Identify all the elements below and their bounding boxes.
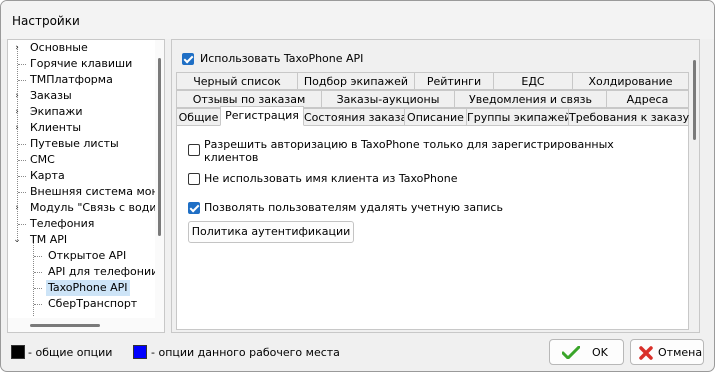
scroll-thumb[interactable] [158, 58, 161, 236]
auth-only-registered-label-line2: клиентов [204, 151, 259, 164]
settings-window: Настройки › Основные Горячие клавиши ТМП… [0, 0, 715, 372]
legend-workplace-text: - опции данного рабочего места [151, 346, 340, 359]
panel-vertical-scrollbar[interactable] [689, 40, 699, 332]
tree-item-label: Заказы [30, 89, 72, 102]
tree-item-label: API для телефонии [48, 265, 159, 278]
tab-auction-orders[interactable]: Заказы-аукционы [321, 90, 455, 108]
tree-item-label: Основные [30, 41, 88, 54]
tab-notifications[interactable]: Уведомления и связь [454, 90, 607, 108]
legend-common-text: - общие опции [28, 346, 113, 359]
chevron-right-icon[interactable]: › [12, 120, 22, 136]
ok-button[interactable]: OK [549, 339, 624, 365]
scroll-thumb[interactable] [693, 60, 696, 140]
tree-item-label: Телефония [30, 217, 95, 230]
title-bar: Настройки [1, 1, 714, 39]
window-title: Настройки [12, 14, 80, 28]
settings-panel: Использовать TaxoPhone API Черный список… [171, 39, 700, 333]
chevron-down-icon[interactable]: ⌄ [12, 232, 22, 248]
tab-crew-selection[interactable]: Подбор экипажей [297, 72, 415, 90]
tree-item-label: СберТранспорт [48, 297, 138, 310]
chevron-right-icon[interactable]: › [12, 88, 22, 104]
use-taxophone-api-label: Использовать TaxoPhone API [200, 52, 364, 65]
tab-holding[interactable]: Холдирование [572, 72, 689, 90]
tree-item-label: Открытое API [48, 249, 127, 262]
auth-only-registered-checkbox[interactable] [188, 144, 200, 156]
chevron-right-icon[interactable]: › [12, 104, 22, 120]
settings-tree[interactable]: › Основные Горячие клавиши ТМПлатформа ›… [7, 39, 165, 333]
use-taxophone-api-checkbox[interactable] [182, 53, 194, 65]
dont-use-client-name-checkbox[interactable] [188, 173, 200, 185]
tree-item-label: СМС [30, 153, 55, 166]
allow-delete-account-label: Позволять пользователям удалять учетную … [204, 201, 503, 214]
chevron-right-icon[interactable]: › [12, 200, 22, 216]
chevron-right-icon[interactable]: › [12, 40, 22, 56]
tree-item-label: ТМПлатформа [30, 73, 113, 86]
tree-item-label: Горячие клавиши [30, 57, 133, 70]
tree-item-label: Внешняя система мони [30, 185, 165, 198]
tab-eds[interactable]: ЕДС [493, 72, 573, 90]
tree-horizontal-scrollbar[interactable] [8, 318, 155, 332]
legend-workplace-swatch [133, 345, 147, 359]
cancel-button[interactable]: Отмена [630, 339, 704, 365]
tree-item-label: Клиенты [30, 121, 82, 134]
ok-button-label: OK [592, 346, 608, 359]
tab-crew-groups[interactable]: Группы экипажей [466, 108, 571, 126]
tab-ratings[interactable]: Рейтинги [414, 72, 494, 90]
tree-item-label: Карта [30, 169, 65, 182]
auth-only-registered-label: Разрешить авторизацию в TaxoPhone только… [204, 138, 614, 151]
tab-registration[interactable]: Регистрация [220, 106, 304, 126]
tree-item-label: TaxoPhone API [46, 280, 130, 296]
close-icon [639, 346, 653, 360]
tab-description[interactable]: Описание [404, 108, 467, 126]
tree-item-label: Модуль "Связь с водит [30, 201, 163, 214]
tab-order-states[interactable]: Состояния заказа [303, 108, 407, 126]
dont-use-client-name-label: Не использовать имя клиента из TaxoPhone [204, 172, 458, 185]
tab-order-requirements[interactable]: Требования к заказу [568, 108, 689, 126]
registration-tab-page: Разрешить авторизацию в TaxoPhone только… [176, 125, 689, 330]
tab-blacklist[interactable]: Черный список [176, 72, 298, 90]
tree-item-label: Экипажи [30, 105, 83, 118]
legend-common-swatch [11, 345, 25, 359]
tree-item-label: Путевые листы [30, 137, 119, 150]
tree-vertical-scrollbar[interactable] [155, 40, 164, 332]
cancel-button-label: Отмена [658, 346, 703, 359]
tab-general[interactable]: Общие [176, 108, 221, 126]
checkmark-icon [562, 346, 580, 359]
tree-item-label: TM API [30, 233, 68, 246]
allow-delete-account-checkbox[interactable] [188, 202, 200, 214]
auth-policy-button[interactable]: Политика аутентификации [188, 221, 354, 243]
tab-addresses[interactable]: Адреса [606, 90, 689, 108]
scroll-thumb[interactable] [30, 324, 100, 327]
